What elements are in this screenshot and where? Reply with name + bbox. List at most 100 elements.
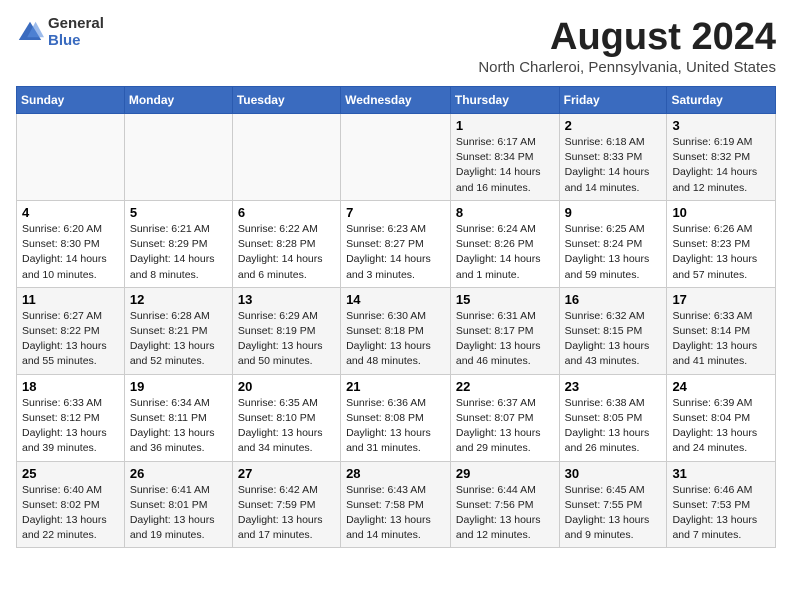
day-info: Sunrise: 6:29 AM Sunset: 8:19 PM Dayligh… [238,309,335,370]
calendar-cell: 20Sunrise: 6:35 AM Sunset: 8:10 PM Dayli… [232,374,340,461]
day-info: Sunrise: 6:39 AM Sunset: 8:04 PM Dayligh… [672,396,770,457]
day-info: Sunrise: 6:20 AM Sunset: 8:30 PM Dayligh… [22,222,119,283]
logo-icon [16,19,44,47]
day-number: 26 [130,466,227,481]
day-number: 1 [456,118,554,133]
calendar-cell: 11 Sunrise: 6:27 AM Sunset: 8:22 PM Dayli… [17,287,125,374]
day-number: 13 [238,292,335,307]
day-number: 7 [346,205,445,220]
calendar-cell: 13 Sunrise: 6:29 AM Sunset: 8:19 PM Dayli… [232,287,340,374]
day-number: 24 [672,379,770,394]
day-number: 28 [346,466,445,481]
day-number: 9 [565,205,662,220]
week-row-5: 25Sunrise: 6:40 AM Sunset: 8:02 PM Dayli… [17,461,776,548]
day-info: Sunrise: 6:17 AM Sunset: 8:34 PM Dayligh… [456,135,554,196]
day-info: Sunrise: 6:38 AM Sunset: 8:05 PM Dayligh… [565,396,662,457]
day-number: 31 [672,466,770,481]
day-number: 14 [346,292,445,307]
day-info: Sunrise: 6:43 AM Sunset: 7:58 PM Dayligh… [346,483,445,544]
calendar-cell: 17 Sunrise: 6:33 AM Sunset: 8:14 PM Dayli… [667,287,776,374]
header-cell-sunday: Sunday [17,87,125,114]
day-info: Sunrise: 6:24 AM Sunset: 8:26 PM Dayligh… [456,222,554,283]
day-info: Sunrise: 6:40 AM Sunset: 8:02 PM Dayligh… [22,483,119,544]
day-info: Sunrise: 6:30 AM Sunset: 8:18 PM Dayligh… [346,309,445,370]
day-info: Sunrise: 6:33 AM Sunset: 8:14 PM Dayligh… [672,309,770,370]
day-number: 15 [456,292,554,307]
calendar-cell: 26 Sunrise: 6:41 AM Sunset: 8:01 PM Dayli… [124,461,232,548]
calendar-cell: 28 Sunrise: 6:43 AM Sunset: 7:58 PM Dayli… [341,461,451,548]
location-title: North Charleroi, Pennsylvania, United St… [478,59,776,76]
day-number: 18 [22,379,119,394]
calendar-cell: 23 Sunrise: 6:38 AM Sunset: 8:05 PM Dayli… [559,374,667,461]
week-row-4: 18 Sunrise: 6:33 AM Sunset: 8:12 PM Dayli… [17,374,776,461]
calendar-cell: 27Sunrise: 6:42 AM Sunset: 7:59 PM Dayli… [232,461,340,548]
calendar-cell: 18 Sunrise: 6:33 AM Sunset: 8:12 PM Dayli… [17,374,125,461]
day-number: 8 [456,205,554,220]
calendar-cell: 19 Sunrise: 6:34 AM Sunset: 8:11 PM Dayli… [124,374,232,461]
logo-text: General Blue [48,16,104,49]
calendar-cell: 24 Sunrise: 6:39 AM Sunset: 8:04 PM Dayli… [667,374,776,461]
day-number: 20 [238,379,335,394]
calendar-cell: 31 Sunrise: 6:46 AM Sunset: 7:53 PM Dayli… [667,461,776,548]
day-number: 10 [672,205,770,220]
calendar-cell: 12 Sunrise: 6:28 AM Sunset: 8:21 PM Dayli… [124,287,232,374]
day-info: Sunrise: 6:26 AM Sunset: 8:23 PM Dayligh… [672,222,770,283]
day-number: 23 [565,379,662,394]
calendar-table: SundayMondayTuesdayWednesdayThursdayFrid… [16,86,776,548]
calendar-cell: 21Sunrise: 6:36 AM Sunset: 8:08 PM Dayli… [341,374,451,461]
day-info: Sunrise: 6:33 AM Sunset: 8:12 PM Dayligh… [22,396,119,457]
calendar-cell: 5Sunrise: 6:21 AM Sunset: 8:29 PM Daylig… [124,200,232,287]
day-info: Sunrise: 6:46 AM Sunset: 7:53 PM Dayligh… [672,483,770,544]
day-number: 30 [565,466,662,481]
calendar-cell: 25Sunrise: 6:40 AM Sunset: 8:02 PM Dayli… [17,461,125,548]
calendar-cell: 8 Sunrise: 6:24 AM Sunset: 8:26 PM Daylig… [450,200,559,287]
calendar-cell: 6Sunrise: 6:22 AM Sunset: 8:28 PM Daylig… [232,200,340,287]
calendar-cell [232,114,340,201]
day-info: Sunrise: 6:36 AM Sunset: 8:08 PM Dayligh… [346,396,445,457]
calendar-cell: 9 Sunrise: 6:25 AM Sunset: 8:24 PM Daylig… [559,200,667,287]
calendar-cell: 1 Sunrise: 6:17 AM Sunset: 8:34 PM Daylig… [450,114,559,201]
week-row-1: 1 Sunrise: 6:17 AM Sunset: 8:34 PM Daylig… [17,114,776,201]
day-number: 17 [672,292,770,307]
calendar-cell: 10 Sunrise: 6:26 AM Sunset: 8:23 PM Dayli… [667,200,776,287]
day-number: 3 [672,118,770,133]
day-info: Sunrise: 6:31 AM Sunset: 8:17 PM Dayligh… [456,309,554,370]
week-row-3: 11 Sunrise: 6:27 AM Sunset: 8:22 PM Dayli… [17,287,776,374]
day-info: Sunrise: 6:32 AM Sunset: 8:15 PM Dayligh… [565,309,662,370]
calendar-cell: 29Sunrise: 6:44 AM Sunset: 7:56 PM Dayli… [450,461,559,548]
day-info: Sunrise: 6:34 AM Sunset: 8:11 PM Dayligh… [130,396,227,457]
day-number: 22 [456,379,554,394]
day-number: 19 [130,379,227,394]
calendar-header: SundayMondayTuesdayWednesdayThursdayFrid… [17,87,776,114]
day-info: Sunrise: 6:37 AM Sunset: 8:07 PM Dayligh… [456,396,554,457]
calendar-cell: 30 Sunrise: 6:45 AM Sunset: 7:55 PM Dayli… [559,461,667,548]
day-number: 5 [130,205,227,220]
calendar-cell: 22 Sunrise: 6:37 AM Sunset: 8:07 PM Dayli… [450,374,559,461]
header-cell-thursday: Thursday [450,87,559,114]
day-info: Sunrise: 6:27 AM Sunset: 8:22 PM Dayligh… [22,309,119,370]
calendar-cell: 7Sunrise: 6:23 AM Sunset: 8:27 PM Daylig… [341,200,451,287]
day-info: Sunrise: 6:25 AM Sunset: 8:24 PM Dayligh… [565,222,662,283]
header-cell-saturday: Saturday [667,87,776,114]
header-cell-tuesday: Tuesday [232,87,340,114]
day-info: Sunrise: 6:28 AM Sunset: 8:21 PM Dayligh… [130,309,227,370]
logo-general-text: General [48,16,104,33]
calendar-cell [124,114,232,201]
day-info: Sunrise: 6:18 AM Sunset: 8:33 PM Dayligh… [565,135,662,196]
calendar-cell: 4Sunrise: 6:20 AM Sunset: 8:30 PM Daylig… [17,200,125,287]
day-number: 2 [565,118,662,133]
logo-blue-text: Blue [48,33,104,50]
day-number: 29 [456,466,554,481]
header-cell-wednesday: Wednesday [341,87,451,114]
calendar-cell: 14 Sunrise: 6:30 AM Sunset: 8:18 PM Dayli… [341,287,451,374]
page-header: General Blue August 2024 North Charleroi… [16,16,776,76]
calendar-cell [17,114,125,201]
day-number: 6 [238,205,335,220]
day-info: Sunrise: 6:19 AM Sunset: 8:32 PM Dayligh… [672,135,770,196]
header-cell-friday: Friday [559,87,667,114]
day-info: Sunrise: 6:41 AM Sunset: 8:01 PM Dayligh… [130,483,227,544]
day-number: 11 [22,292,119,307]
day-number: 12 [130,292,227,307]
day-info: Sunrise: 6:42 AM Sunset: 7:59 PM Dayligh… [238,483,335,544]
day-info: Sunrise: 6:45 AM Sunset: 7:55 PM Dayligh… [565,483,662,544]
